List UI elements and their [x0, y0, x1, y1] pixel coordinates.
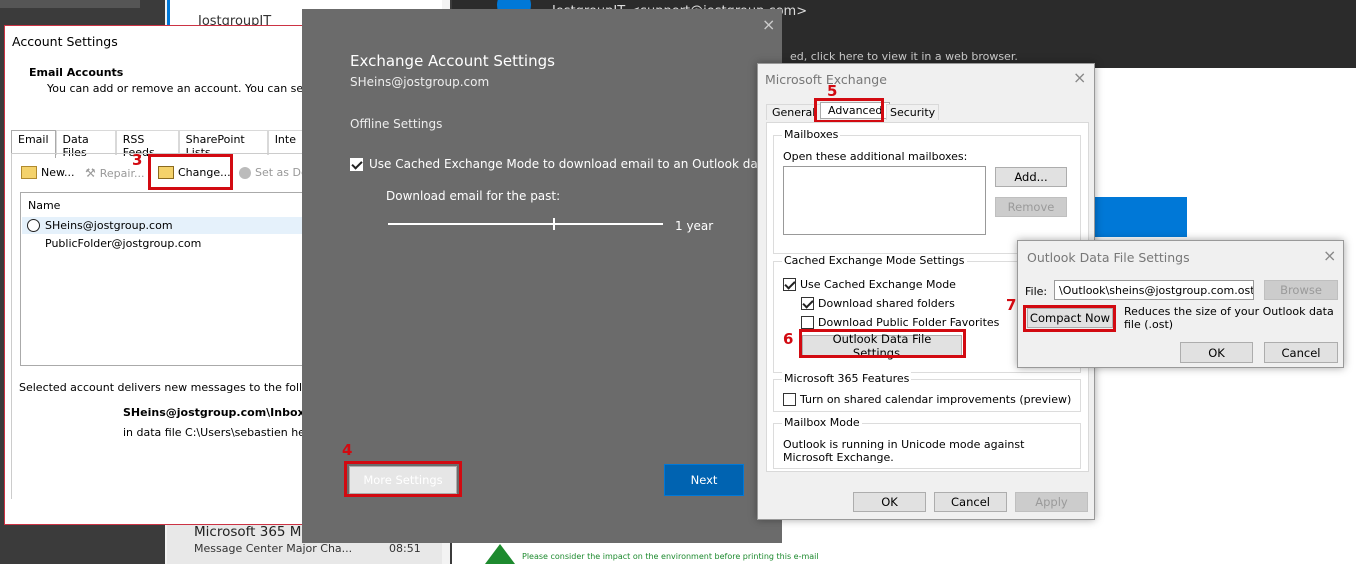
new-account-icon: [21, 166, 37, 179]
step-5: 5: [827, 82, 838, 100]
cached-mode-checkbox[interactable]: [350, 157, 363, 171]
compact-description: Reduces the size of your Outlook data fi…: [1124, 305, 1334, 331]
cancel-button[interactable]: Cancel: [1264, 342, 1338, 363]
exchange-account-settings-dialog: × Exchange Account Settings SHeins@jostg…: [302, 9, 792, 543]
file-path-value: \Outlook\sheins@jostgroup.com.ost: [1059, 284, 1254, 297]
step-4: 4: [342, 441, 353, 459]
section-description: You can add or remove an account. You ca…: [47, 82, 324, 95]
dialog-title: Exchange Account Settings: [350, 52, 555, 70]
new-label: New...: [41, 166, 75, 179]
tab-security[interactable]: Security: [886, 104, 940, 120]
cancel-button[interactable]: Cancel: [934, 492, 1007, 512]
download-label: Download email for the past:: [386, 189, 561, 203]
download-public-label: Download Public Folder Favorites: [818, 316, 1000, 329]
cached-mode-row[interactable]: Use Cached Exchange Mode to download ema…: [350, 157, 792, 171]
set-as-default-button[interactable]: Set as De: [239, 166, 308, 179]
account-settings-window: Account Settings Email Accounts You can …: [4, 25, 328, 525]
step-7: 7: [1006, 296, 1017, 314]
download-shared-row[interactable]: Download shared folders: [801, 297, 955, 310]
delivers-label: Selected account delivers new messages t…: [19, 381, 328, 394]
use-cached-checkbox[interactable]: [783, 278, 796, 291]
next-button[interactable]: Next: [664, 464, 744, 496]
highlight-advanced-tab: [814, 98, 884, 123]
close-icon[interactable]: ×: [1073, 70, 1086, 86]
ok-button[interactable]: OK: [1180, 342, 1253, 363]
window-title: Account Settings: [12, 34, 118, 49]
new-button[interactable]: New...: [21, 166, 74, 179]
download-shared-label: Download shared folders: [818, 297, 955, 310]
tab-data-files[interactable]: Data Files: [55, 130, 116, 159]
tab-rss-feeds[interactable]: RSS Feeds: [115, 130, 179, 159]
mailboxes-group: Mailboxes Open these additional mailboxe…: [773, 128, 1081, 254]
data-file-path: in data file C:\Users\sebastien hein: [123, 426, 315, 439]
column-header-name: Name: [28, 199, 61, 212]
highlight-data-file-settings: [799, 329, 966, 358]
highlight-more-settings: [344, 461, 462, 497]
shared-calendar-checkbox[interactable]: [783, 393, 796, 406]
file-path-field[interactable]: \Outlook\sheins@jostgroup.com.ost: [1054, 280, 1254, 300]
account-email: SHeins@jostgroup.com: [350, 75, 490, 89]
additional-mailboxes-list[interactable]: [783, 166, 986, 235]
left-window-strip: [0, 0, 140, 8]
ok-button[interactable]: OK: [853, 492, 926, 512]
offline-settings-heading: Offline Settings: [350, 117, 443, 131]
highlight-change: [148, 154, 233, 190]
download-value: 1 year: [675, 219, 714, 233]
close-icon[interactable]: ×: [762, 17, 775, 33]
tab-sharepoint-lists[interactable]: SharePoint Lists: [178, 130, 268, 159]
dialog-title: Microsoft Exchange: [765, 72, 887, 87]
list-item-subject: Message Center Major Cha...: [194, 542, 353, 555]
web-browser-banner[interactable]: ed, click here to view it in a web brows…: [790, 50, 1018, 63]
group-label: Mailboxes: [782, 128, 841, 141]
remove-button[interactable]: Remove: [995, 197, 1067, 217]
browse-button[interactable]: Browse: [1264, 280, 1338, 300]
download-public-row[interactable]: Download Public Folder Favorites: [801, 316, 999, 329]
download-shared-checkbox[interactable]: [801, 297, 814, 310]
list-item-title: Microsoft 365 M: [194, 524, 302, 540]
group-label: Mailbox Mode: [782, 416, 862, 429]
checkmark-circle-icon: [239, 166, 251, 179]
use-cached-label: Use Cached Exchange Mode: [800, 278, 956, 291]
group-label: Cached Exchange Mode Settings: [782, 254, 967, 267]
download-slider[interactable]: [388, 218, 663, 230]
shared-calendar-label: Turn on shared calendar improvements (pr…: [800, 393, 1072, 406]
email-blue-button[interactable]: [1092, 197, 1187, 237]
highlight-compact-now: [1023, 305, 1116, 332]
account-email: SHeins@jostgroup.com: [45, 219, 173, 232]
add-button[interactable]: Add...: [995, 167, 1067, 187]
outlook-data-file-settings-dialog: Outlook Data File Settings × File: \Outl…: [1017, 240, 1344, 368]
leaf-icon: [485, 544, 515, 564]
use-cached-row[interactable]: Use Cached Exchange Mode: [783, 278, 956, 291]
cached-mode-label: Use Cached Exchange Mode to download ema…: [369, 157, 792, 171]
mailbox-mode-text: Outlook is running in Unicode mode again…: [783, 438, 1025, 464]
file-label: File:: [1025, 285, 1048, 298]
download-public-checkbox[interactable]: [801, 316, 814, 329]
apply-button[interactable]: Apply: [1015, 492, 1088, 512]
slider-thumb[interactable]: [553, 218, 555, 230]
accounts-list[interactable]: Name SHeins@jostgroup.com PublicFolder@j…: [20, 192, 312, 366]
footer-text: Please consider the impact on the enviro…: [522, 552, 819, 561]
list-item[interactable]: SHeins@jostgroup.com: [22, 217, 310, 234]
step-3: 3: [132, 151, 143, 169]
inbox-path: SHeins@jostgroup.com\Inbox: [123, 406, 305, 419]
m365-features-group: Microsoft 365 Features Turn on shared ca…: [773, 372, 1081, 412]
repair-icon: ⚒: [85, 166, 96, 180]
close-icon[interactable]: ×: [1323, 248, 1336, 264]
list-item[interactable]: PublicFolder@jostgroup.com: [22, 235, 310, 252]
list-item-time: 08:51: [389, 542, 421, 555]
mailbox-mode-group: Mailbox Mode Outlook is running in Unico…: [773, 416, 1081, 469]
environment-footer: Please consider the impact on the enviro…: [485, 544, 885, 564]
step-6: 6: [783, 330, 794, 348]
group-label: Microsoft 365 Features: [782, 372, 912, 385]
shared-calendar-row[interactable]: Turn on shared calendar improvements (pr…: [783, 393, 1071, 406]
open-additional-label: Open these additional mailboxes:: [783, 150, 968, 163]
section-heading: Email Accounts: [29, 66, 124, 79]
default-account-check-icon: [27, 219, 40, 232]
tab-internet-calendars[interactable]: Inte: [267, 130, 303, 155]
set-default-label: Set as De: [255, 166, 308, 179]
dialog-title: Outlook Data File Settings: [1027, 250, 1190, 265]
account-email: PublicFolder@jostgroup.com: [45, 237, 202, 250]
